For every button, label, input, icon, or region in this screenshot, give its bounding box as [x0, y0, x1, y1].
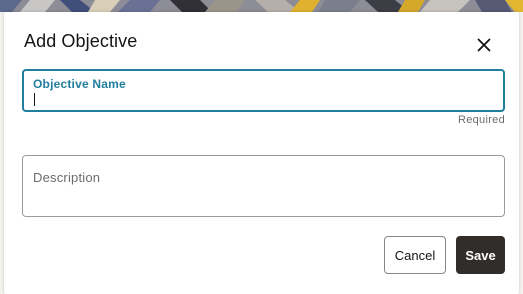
dialog-title: Add Objective [24, 31, 138, 51]
background-pattern [0, 0, 523, 12]
objective-name-field[interactable]: Objective Name [22, 69, 505, 112]
add-objective-dialog: Add Objective Objective Name Required De… [4, 12, 519, 294]
close-button[interactable] [472, 33, 496, 57]
required-hint: Required [457, 114, 505, 126]
page: Add Objective Objective Name Required De… [0, 0, 523, 294]
description-field[interactable]: Description [22, 155, 505, 217]
objective-name-input[interactable] [36, 91, 496, 107]
description-placeholder: Description [33, 170, 101, 185]
cancel-button[interactable]: Cancel [384, 236, 446, 274]
text-caret [34, 93, 35, 106]
close-icon [477, 38, 491, 52]
save-button[interactable]: Save [456, 236, 505, 274]
objective-name-label: Objective Name [33, 77, 126, 91]
